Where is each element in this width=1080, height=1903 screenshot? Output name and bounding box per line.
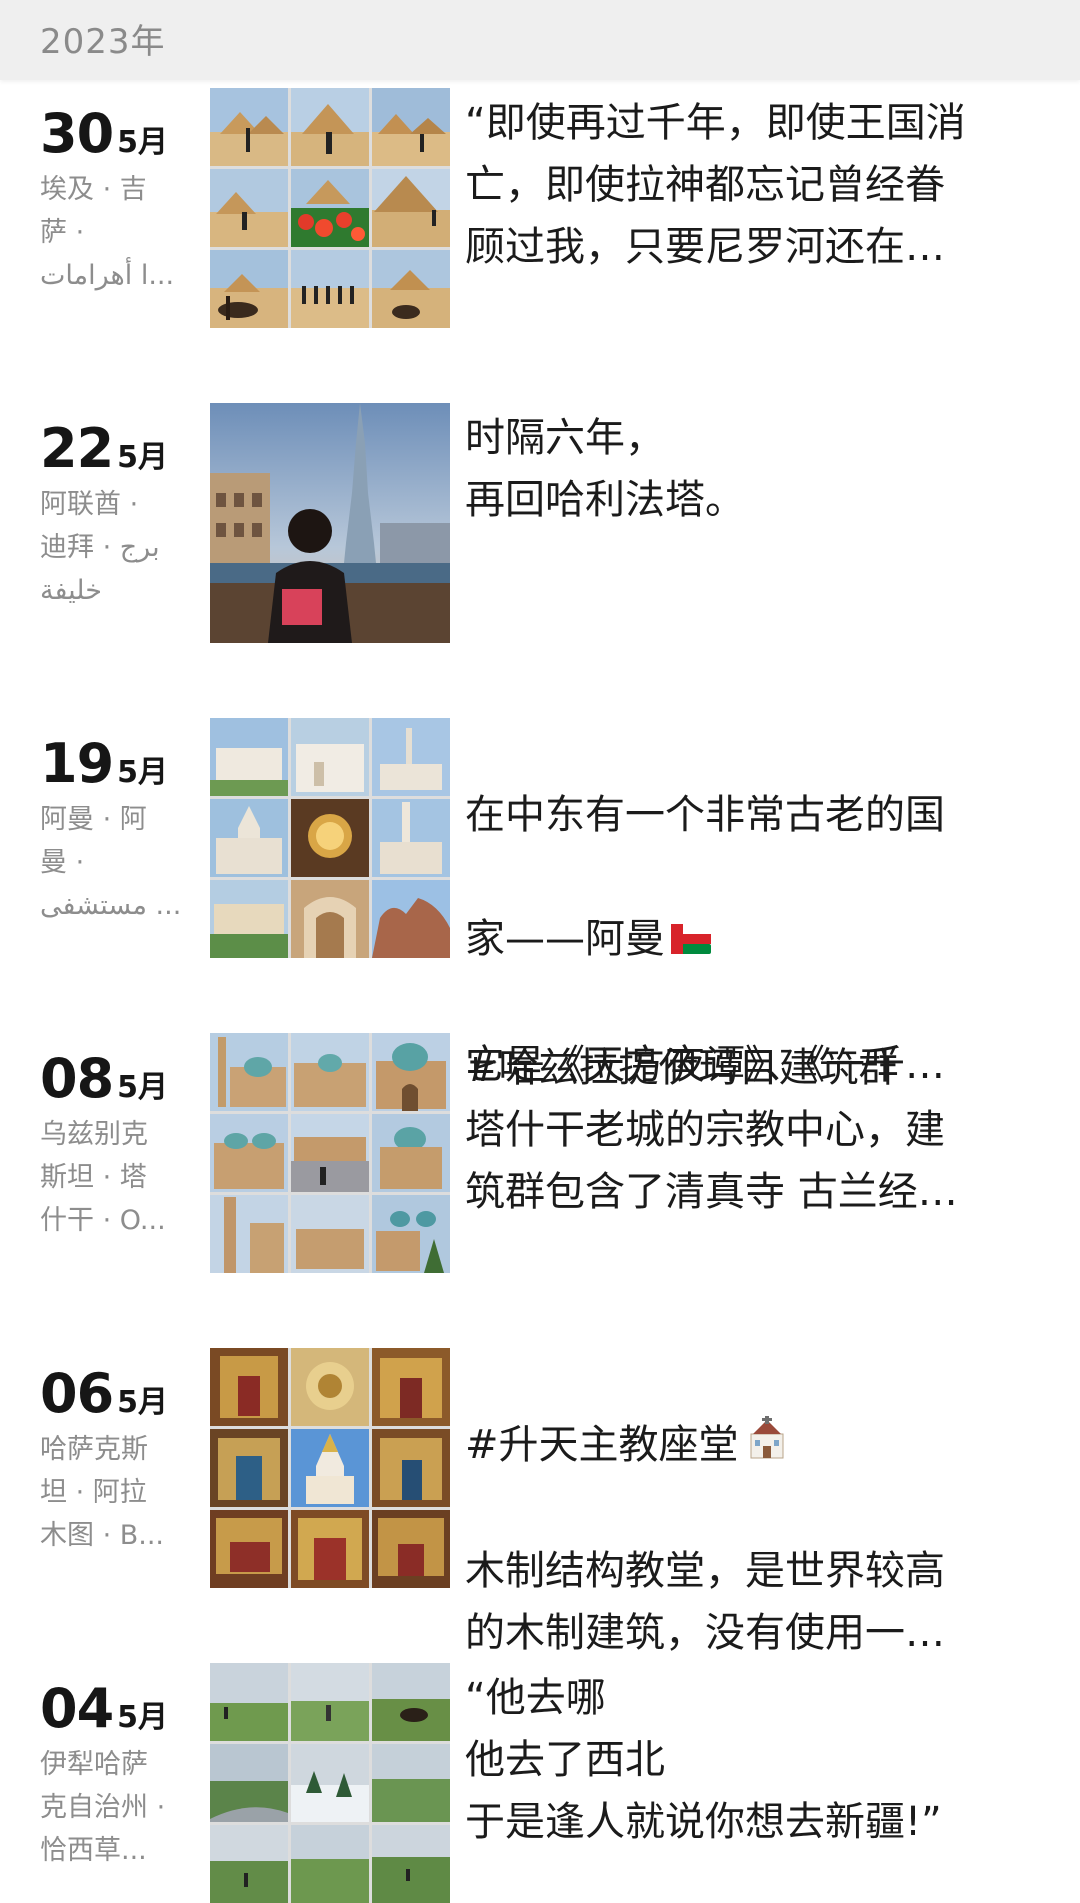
oman-flag-icon	[671, 910, 711, 972]
post-caption: “他去哪 他去了西北 于是逢人就说你想去新疆!”	[465, 1675, 942, 1845]
post-day: 22	[40, 417, 114, 480]
post-date: 08 5月	[40, 1047, 168, 1110]
year-header: 2023年	[0, 0, 1080, 80]
post-item[interactable]: 04 5月 伊犁哈萨 克自治州 · 恰西草... “他去哪 他去了西北 于是逢人就…	[0, 1663, 1080, 1903]
post-caption: 时隔六年， 再回哈利法塔。	[465, 415, 745, 523]
post-date: 19 5月	[40, 732, 168, 795]
church-icon	[745, 1416, 789, 1478]
caption-line: 木制结构教堂，是世界较高 的木制建筑，没有使用一…	[465, 1548, 945, 1656]
post-day: 06	[40, 1362, 114, 1425]
post-month: 5月	[117, 440, 169, 475]
post-day: 30	[40, 102, 114, 165]
post-location: 伊犁哈萨 克自治州 · 恰西草...	[40, 1749, 166, 1866]
post-location: 哈萨克斯 坦 · 阿拉 木图 · B...	[40, 1434, 165, 1551]
post-month: 5月	[117, 1700, 169, 1735]
post-thumbnail[interactable]	[210, 403, 450, 643]
post-thumbnail[interactable]	[210, 88, 450, 328]
post-day: 19	[40, 732, 114, 795]
post-caption: #升天主教座堂 木制结构教堂，是世界较高 的木制建筑，没有使用一…	[465, 1352, 1025, 1664]
post-location: 阿曼 · 阿 曼 · مستشفى ...	[40, 804, 182, 921]
post-date: 22 5月	[40, 417, 168, 480]
post-item[interactable]: 06 5月 哈萨克斯 坦 · 阿拉 木图 · B... #升天主教座堂 木制结构教…	[0, 1348, 1080, 1656]
post-item[interactable]: 30 5月 埃及 · 吉 萨 · ا أهرامات... “即使再过千年，即使…	[0, 88, 1080, 328]
post-month: 5月	[117, 125, 169, 160]
post-thumbnail[interactable]	[210, 718, 450, 958]
post-thumbnail[interactable]	[210, 1033, 450, 1273]
post-thumbnail[interactable]	[210, 1663, 450, 1903]
post-item[interactable]: 08 5月 乌兹别克 斯坦 · 塔 什干 · O... #哈兹拉提伊玛目建筑群 塔…	[0, 1033, 1080, 1273]
post-location: 阿联酋 · 迪拜 · برج خليفة	[40, 489, 160, 606]
post-location: 埃及 · 吉 萨 · ا أهرامات...	[40, 174, 175, 291]
post-date: 06 5月	[40, 1362, 168, 1425]
post-month: 5月	[117, 1385, 169, 1420]
post-day: 04	[40, 1677, 114, 1740]
post-date: 30 5月	[40, 102, 168, 165]
post-location: 乌兹别克 斯坦 · 塔 什干 · O...	[40, 1119, 166, 1236]
caption-line: 在中东有一个非常古老的国	[465, 792, 945, 838]
post-month: 5月	[117, 1070, 169, 1105]
post-date: 04 5月	[40, 1677, 168, 1740]
year-label: 2023年	[40, 22, 166, 62]
post-item[interactable]: 22 5月 阿联酋 · 迪拜 · برج خليفة 时隔六年， 再回哈利法塔。	[0, 403, 1080, 643]
caption-line: #升天主教座堂	[465, 1422, 739, 1468]
post-caption: #哈兹拉提伊玛目建筑群 塔什干老城的宗教中心，建 筑群包含了清真寺 古兰经…	[465, 1045, 958, 1215]
post-thumbnail[interactable]	[210, 1348, 450, 1588]
post-caption: “即使再过千年，即使王国消 亡，即使拉神都忘记曾经眷 顾过我，只要尼罗河还在…	[465, 100, 966, 270]
caption-line: 家——阿曼	[465, 916, 665, 962]
post-item[interactable]: 19 5月 阿曼 · 阿 曼 · مستشفى ... 在中东有一个非常古老的国 …	[0, 718, 1080, 1088]
post-day: 08	[40, 1047, 114, 1110]
post-month: 5月	[117, 755, 169, 790]
